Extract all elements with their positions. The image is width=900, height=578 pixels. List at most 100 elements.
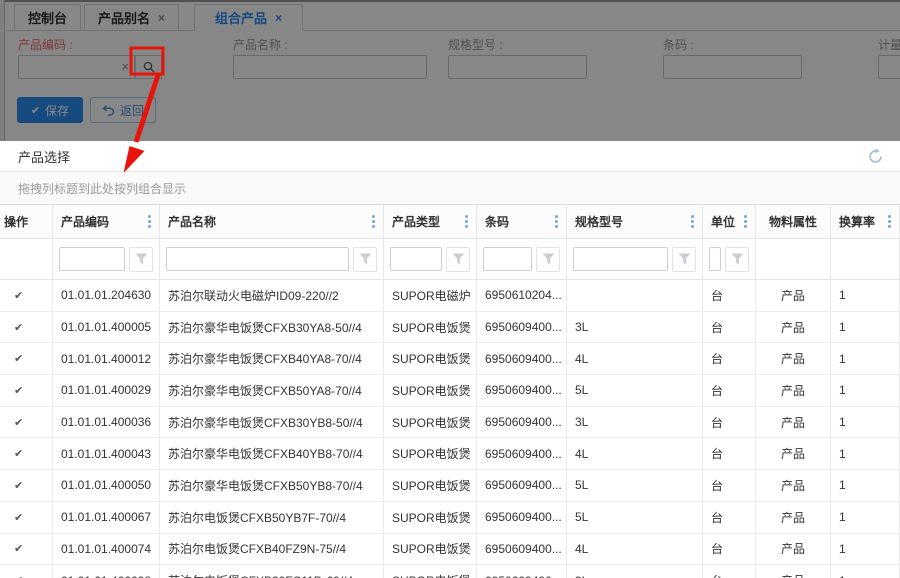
cell-unit: 台 (703, 470, 756, 501)
dialog-title: 产品选择 (18, 147, 70, 166)
app-window: 控制台 产品别名 × 组合产品 × 产品编码 : × 产品名称 : 规 (0, 0, 900, 578)
cell-type: SUPOR电饭煲 (384, 470, 477, 501)
column-title: 单位 (711, 213, 735, 230)
column-title: 换算率 (839, 213, 875, 230)
column-menu-icon[interactable] (888, 215, 891, 228)
cell-barcode: 6950609400... (477, 502, 567, 533)
product-row[interactable]: ✔01.01.01.204630苏泊尔联动火电磁炉ID09-220//2SUPO… (0, 280, 900, 312)
cell-type: SUPOR电饭煲 (384, 438, 477, 469)
cell-name: 苏泊尔电饭煲CFXB50YB7F-70//4 (160, 502, 384, 533)
filter-cell-spec (567, 239, 703, 279)
group-hint-text: 拖拽列标题到此处按列组合显示 (18, 180, 186, 197)
product-row[interactable]: ✔01.01.01.400043苏泊尔豪华电饭煲CFXB40YB8-70//4S… (0, 438, 900, 470)
product-row[interactable]: ✔01.01.01.400012苏泊尔豪华电饭煲CFXB40YA8-70//4S… (0, 343, 900, 375)
check-icon: ✔ (14, 416, 23, 429)
cell-unit: 台 (703, 565, 756, 578)
column-header-barcode[interactable]: 条码 (477, 205, 567, 238)
cell-barcode: 6950610204... (477, 280, 567, 311)
grid-header-row: 操作产品编码 产品名称产品类型 条码规格型号单位 物料属性换算率 (0, 205, 900, 239)
filter-funnel-button[interactable] (725, 247, 749, 272)
cell-name: 苏泊尔豪华电饭煲CFXB50YB8-70//4 (160, 470, 384, 501)
cell-rate: 1 (831, 534, 900, 565)
product-row[interactable]: ✔01.01.01.400067苏泊尔电饭煲CFXB50YB7F-70//4SU… (0, 502, 900, 534)
cell-attr: 产品 (756, 375, 831, 406)
cell-code: 01.01.01.400012 (53, 343, 160, 374)
column-title: 产品编码 (61, 213, 109, 230)
column-header-unit[interactable]: 单位 (703, 205, 756, 238)
column-menu-icon[interactable] (148, 215, 151, 228)
funnel-icon (135, 253, 148, 265)
filter-funnel-button[interactable] (446, 247, 470, 272)
cell-name: 苏泊尔豪华电饭煲CFXB50YA8-70//4 (160, 375, 384, 406)
group-drop-zone[interactable]: 拖拽列标题到此处按列组合显示 (0, 172, 900, 205)
cell-name: 苏泊尔豪华电饭煲CFXB30YA8-50//4 (160, 312, 384, 343)
column-menu-icon[interactable] (372, 215, 375, 228)
select-row-button[interactable]: ✔ (0, 534, 53, 565)
cell-attr: 产品 (756, 534, 831, 565)
filter-funnel-button[interactable] (672, 247, 696, 272)
cell-barcode: 6950609400... (477, 470, 567, 501)
select-row-button[interactable]: ✔ (0, 343, 53, 374)
column-header-code[interactable]: 产品编码 (53, 205, 160, 238)
cell-rate: 1 (831, 280, 900, 311)
select-row-button[interactable]: ✔ (0, 502, 53, 533)
column-header-rate[interactable]: 换算率 (831, 205, 900, 238)
select-row-button[interactable]: ✔ (0, 407, 53, 438)
product-row[interactable]: ✔01.01.01.400029苏泊尔豪华电饭煲CFXB50YA8-70//4S… (0, 375, 900, 407)
check-icon: ✔ (14, 542, 23, 555)
cell-rate: 1 (831, 565, 900, 578)
filter-input-barcode[interactable] (483, 247, 532, 271)
column-title: 产品类型 (392, 213, 440, 230)
column-header-name[interactable]: 产品名称 (160, 205, 384, 238)
product-row[interactable]: ✔01.01.01.400005苏泊尔豪华电饭煲CFXB30YA8-50//4S… (0, 312, 900, 344)
check-icon: ✔ (14, 447, 23, 460)
cell-code: 01.01.01.400050 (53, 470, 160, 501)
filter-funnel-button[interactable] (353, 247, 377, 272)
column-menu-icon[interactable] (744, 215, 747, 228)
product-row[interactable]: ✔ 01.01.01.400050苏泊尔豪华电饭煲CFXB50YB8-70//4S… (0, 470, 900, 502)
cell-unit: 台 (703, 312, 756, 343)
cell-attr: 产品 (756, 343, 831, 374)
filter-funnel-button[interactable] (129, 247, 153, 272)
cell-code: 01.01.01.204630 (53, 280, 160, 311)
select-row-button[interactable]: ✔ (0, 312, 53, 343)
filter-input-code[interactable] (59, 247, 125, 271)
column-header-attr[interactable]: 物料属性 (756, 205, 831, 238)
cell-attr: 产品 (756, 470, 831, 501)
column-header-type[interactable]: 产品类型 (384, 205, 477, 238)
select-row-button[interactable]: ✔ (0, 470, 53, 501)
cell-code: 01.01.01.400029 (53, 375, 160, 406)
product-row[interactable]: ✔01.01.01.400074苏泊尔电饭煲CFXB40FZ9N-75//4SU… (0, 534, 900, 566)
dialog-titlebar: 产品选择 (0, 141, 900, 172)
filter-cell-type (384, 239, 477, 279)
column-menu-icon[interactable] (465, 215, 468, 228)
check-icon: ✔ (14, 479, 23, 492)
modal-backdrop (0, 0, 900, 141)
filter-input-name[interactable] (166, 247, 349, 271)
cell-rate: 1 (831, 343, 900, 374)
column-menu-icon[interactable] (691, 215, 694, 228)
cell-attr: 产品 (756, 565, 831, 578)
filter-funnel-button[interactable] (536, 247, 560, 272)
filter-input-unit[interactable] (709, 247, 721, 271)
filter-cell-barcode (477, 239, 567, 279)
select-row-button[interactable]: ✔ (0, 565, 53, 578)
product-row[interactable]: ✔01.01.01.400036苏泊尔豪华电饭煲CFXB30YB8-50//4S… (0, 407, 900, 439)
filter-input-spec[interactable] (573, 247, 668, 271)
cell-rate: 1 (831, 502, 900, 533)
cell-spec: 5L (567, 502, 703, 533)
cell-rate: 1 (831, 375, 900, 406)
column-header-spec[interactable]: 规格型号 (567, 205, 703, 238)
column-header-op[interactable]: 操作 (0, 205, 53, 238)
select-row-button[interactable]: ✔ (0, 280, 53, 311)
refresh-icon[interactable] (867, 148, 884, 165)
filter-cell-attr (756, 239, 831, 279)
column-menu-icon[interactable] (555, 215, 558, 228)
grid-body: ✔01.01.01.204630苏泊尔联动火电磁炉ID09-220//2SUPO… (0, 280, 900, 578)
cell-attr: 产品 (756, 407, 831, 438)
product-row[interactable]: ✔01.01.01.400098苏泊尔电饭煲CFXB30FC11D-60//4S… (0, 565, 900, 578)
funnel-icon (731, 253, 744, 265)
filter-input-type[interactable] (390, 247, 442, 271)
select-row-button[interactable]: ✔ (0, 375, 53, 406)
select-row-button[interactable]: ✔ (0, 438, 53, 469)
